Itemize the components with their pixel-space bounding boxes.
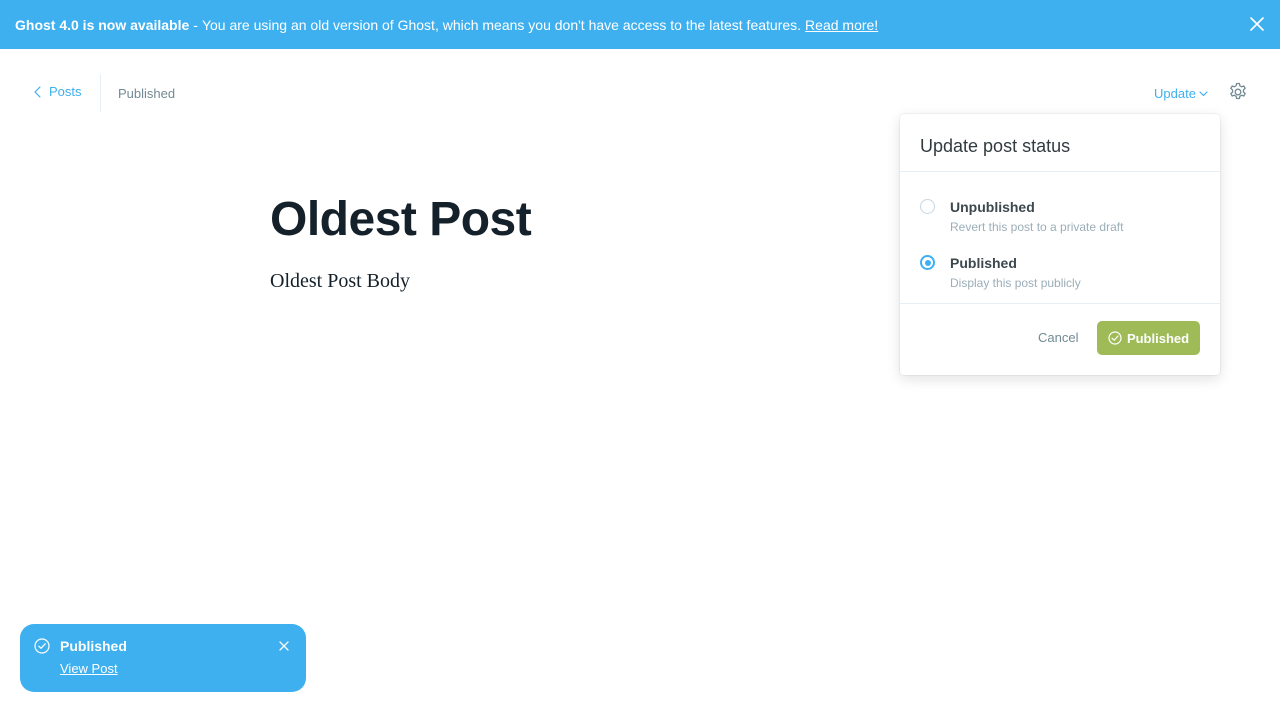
check-circle-icon (34, 638, 50, 654)
gear-icon[interactable] (1228, 82, 1248, 102)
dropdown-title: Update post status (920, 136, 1071, 156)
dropdown-divider (900, 303, 1220, 304)
banner-read-more-link[interactable]: Read more! (805, 17, 878, 33)
unpublished-radio[interactable] (920, 199, 935, 214)
option-published[interactable]: Published Display this post publicly (900, 249, 1220, 299)
dropdown-divider (900, 171, 1220, 172)
banner-title: Ghost 4.0 is now available (15, 16, 190, 33)
toast-title: Published (60, 638, 127, 654)
posts-back-label: Posts (49, 84, 82, 99)
header-divider (100, 74, 101, 112)
posts-back-link[interactable]: Posts (34, 84, 82, 99)
close-icon[interactable] (278, 640, 290, 652)
close-icon[interactable] (1248, 15, 1266, 33)
option-description: Display this post publicly (950, 276, 1081, 290)
published-toast: Published View Post (20, 624, 306, 692)
post-body[interactable]: Oldest Post Body (270, 270, 410, 293)
upgrade-banner: Ghost 4.0 is now available - You are usi… (0, 0, 1280, 49)
banner-separator: - (193, 16, 198, 33)
option-unpublished[interactable]: Unpublished Revert this post to a privat… (900, 193, 1220, 243)
cancel-button[interactable]: Cancel (1038, 330, 1078, 345)
publish-button[interactable]: Published (1097, 321, 1200, 355)
post-status-text: Published (118, 86, 176, 101)
check-circle-icon (1108, 331, 1122, 345)
chevron-left-icon (34, 85, 41, 98)
update-dropdown-trigger[interactable]: Update (1154, 86, 1208, 101)
view-post-link[interactable]: View Post (60, 661, 118, 676)
option-label: Unpublished (950, 199, 1035, 215)
post-title[interactable]: Oldest Post (270, 192, 532, 247)
chevron-down-icon (1199, 90, 1208, 96)
option-label: Published (950, 255, 1017, 271)
update-label: Update (1154, 86, 1196, 101)
option-description: Revert this post to a private draft (950, 220, 1124, 234)
publish-button-label: Published (1126, 330, 1190, 346)
banner-message: You are using an old version of Ghost, w… (201, 16, 802, 33)
published-radio[interactable] (920, 255, 935, 270)
